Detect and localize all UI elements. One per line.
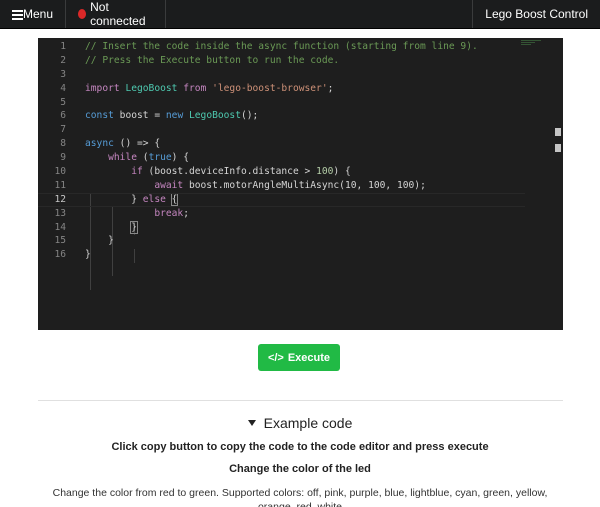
keyword: break [154, 207, 184, 219]
punctuation: , [385, 179, 397, 191]
keyword: if [131, 166, 143, 178]
number: 100 [396, 179, 415, 191]
navbar-spacer [166, 0, 472, 28]
menu-label: Menu [22, 7, 53, 21]
identifier: boost. [183, 179, 224, 191]
hamburger-icon [12, 9, 23, 20]
keyword: import [85, 82, 120, 94]
line-number: 6 [60, 110, 66, 122]
function-name: motorAngleMultiAsync [223, 179, 340, 191]
line-number: 9 [60, 152, 66, 164]
example-code-accordion[interactable]: Example code [0, 415, 600, 431]
keyword: while [108, 152, 137, 164]
code-line: // Press the Execute button to run the c… [85, 54, 523, 68]
comment: // Press the Execute button to run the c… [85, 54, 340, 66]
punctuation: } [108, 235, 114, 247]
code-line: const boost = new LegoBoost(); [85, 109, 523, 123]
code-lines[interactable]: // Insert the code inside the async func… [38, 40, 525, 262]
line-number-gutter: 1 2 3 4 5 6 7 8 9 10 11 12 13 14 15 16 [38, 40, 68, 262]
keyword: const [85, 110, 114, 122]
menu-button[interactable]: Menu [0, 0, 66, 28]
line-number: 3 [60, 68, 66, 80]
code-line: break; [85, 207, 523, 221]
line-number: 2 [60, 54, 66, 66]
editor-minimap[interactable] [521, 40, 545, 52]
line-number: 15 [54, 235, 66, 247]
punctuation: } [85, 249, 91, 261]
expression: (boost.deviceInfo.distance > [142, 166, 317, 178]
line-number: 14 [54, 221, 66, 233]
keyword: async [85, 138, 114, 150]
example-subtitle: Change the color of the led [229, 463, 371, 475]
execute-button-label: Execute [287, 351, 331, 364]
line-number: 10 [54, 166, 66, 178]
line-number: 4 [60, 82, 66, 94]
class-name: LegoBoost [125, 82, 178, 94]
line-number: 11 [54, 179, 66, 191]
matched-bracket: } [130, 220, 138, 234]
keyword: from [183, 82, 207, 94]
scrollbar-marker[interactable] [555, 144, 561, 152]
code-editor[interactable]: 1 2 3 4 5 6 7 8 9 10 11 12 13 14 15 16 /… [38, 38, 563, 330]
status-label: Not connected [90, 0, 146, 28]
top-navbar: Menu Not connected Lego Boost Control [0, 0, 600, 29]
status-dot-icon [78, 9, 87, 19]
punctuation: } [131, 193, 143, 205]
punctuation: ); [414, 179, 426, 191]
punctuation: ) { [171, 152, 189, 164]
connection-status[interactable]: Not connected [66, 0, 166, 28]
example-instruction: Click copy button to copy the code to th… [111, 441, 489, 453]
scrollbar-marker[interactable] [555, 128, 561, 136]
code-line: } [85, 220, 523, 235]
number: 100 [316, 166, 334, 178]
code-line: async () => { [85, 137, 523, 151]
punctuation: (); [240, 110, 259, 122]
keyword: true [148, 152, 172, 164]
class-name: LegoBoost [189, 110, 241, 122]
keyword: new [165, 110, 184, 122]
punctuation: , [356, 179, 369, 191]
punctuation: ) { [333, 166, 351, 178]
example-header-label: Example code [263, 415, 353, 431]
example-description: Change the color from red to green. Supp… [52, 487, 548, 507]
line-number: 7 [60, 124, 66, 136]
comment: // Insert the code inside the async func… [85, 41, 478, 52]
code-icon: </> [267, 351, 284, 364]
code-line: if (boost.deviceInfo.distance > 100) { [85, 165, 523, 179]
line-number: 8 [60, 138, 66, 150]
number: 10 [344, 179, 357, 191]
number: 100 [368, 179, 386, 191]
section-divider [38, 400, 563, 401]
string: 'lego-boost-browser' [212, 82, 328, 94]
caret-down-icon [247, 420, 256, 426]
execute-button[interactable]: </> Execute [258, 344, 340, 371]
code-line: // Insert the code inside the async func… [85, 40, 523, 54]
keyword: await [154, 179, 184, 191]
punctuation: ; [327, 82, 334, 94]
code-line: while (true) { [85, 151, 523, 165]
line-number: 1 [60, 41, 66, 52]
matched-bracket: { [170, 192, 179, 206]
code-line: } [85, 248, 523, 262]
code-line: import LegoBoost from 'lego-boost-browse… [85, 82, 523, 96]
punctuation: () => { [113, 138, 161, 150]
punctuation: ; [183, 207, 189, 219]
line-number: 16 [54, 249, 66, 261]
line-number: 13 [54, 207, 66, 219]
keyword: else [142, 193, 166, 205]
punctuation: ( [137, 152, 149, 164]
app-title[interactable]: Lego Boost Control [472, 0, 600, 28]
code-line: await boost.motorAngleMultiAsync(10, 100… [85, 179, 523, 193]
identifier: boost = [119, 110, 166, 122]
app-title-label: Lego Boost Control [485, 7, 588, 21]
line-number: 5 [60, 96, 66, 108]
code-line-active: } else { [38, 192, 525, 207]
code-line: } [85, 234, 523, 248]
